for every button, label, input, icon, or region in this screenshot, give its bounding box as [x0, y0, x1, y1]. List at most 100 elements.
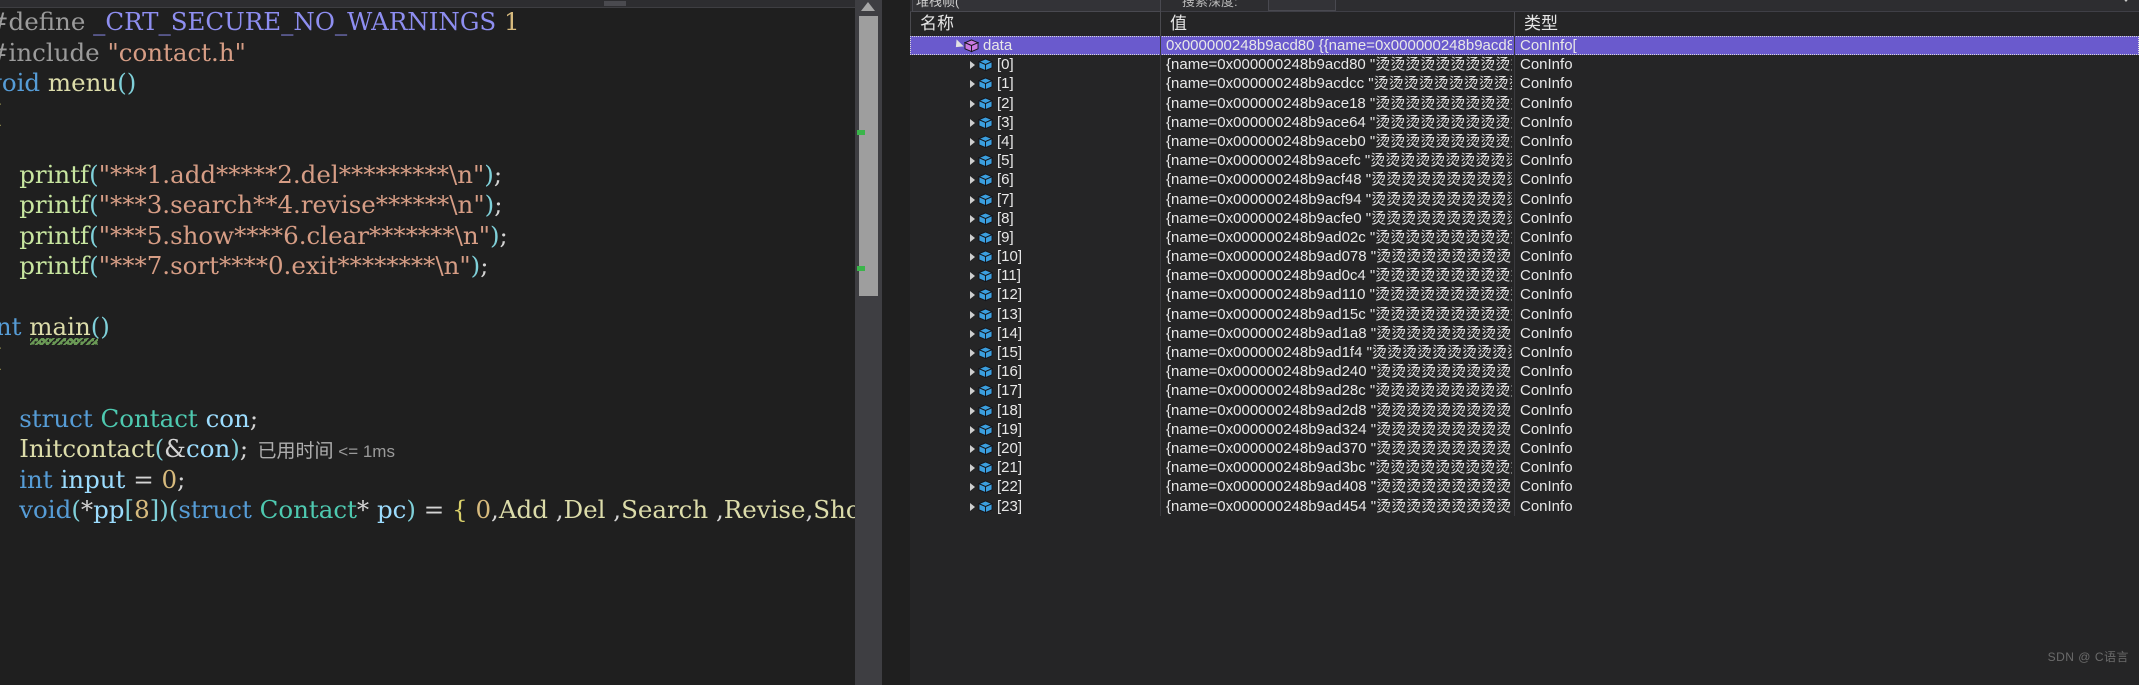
expand-toggle-icon[interactable]	[966, 151, 978, 170]
code-line[interactable]: printf("***3.search**4.revise******\n");	[0, 190, 882, 221]
watch-cell-name[interactable]: [4]	[910, 132, 1156, 151]
watch-cell-value[interactable]: {name=0x000000248b9ad370 "烫烫烫烫烫烫烫烫烫烫... …	[1160, 438, 1512, 459]
code-line[interactable]: printf("***7.sort****0.exit********\n");	[0, 251, 882, 282]
watch-cell-name[interactable]: [21]	[910, 458, 1156, 477]
watch-row[interactable]: [14] {name=0x000000248b9ad1a8 "烫烫烫烫烫烫烫烫烫烫…	[910, 323, 2139, 343]
watch-cell-value[interactable]: {name=0x000000248b9ad2d8 "烫烫烫烫烫烫烫烫烫烫... …	[1160, 400, 1512, 420]
expand-toggle-icon[interactable]	[966, 55, 978, 74]
watch-row[interactable]: [7] {name=0x000000248b9acf94 "烫烫烫烫烫烫烫烫烫烫.…	[910, 189, 2139, 209]
watch-cell-name[interactable]: [5]	[910, 151, 1156, 170]
expand-toggle-icon[interactable]	[952, 36, 964, 55]
watch-row[interactable]: [2] {name=0x000000248b9ace18 "烫烫烫烫烫烫烫烫烫烫.…	[910, 93, 2139, 113]
watch-cell-name[interactable]: [16]	[910, 362, 1156, 381]
watch-row[interactable]: [10] {name=0x000000248b9ad078 "烫烫烫烫烫烫烫烫烫烫…	[910, 247, 2139, 267]
expand-toggle-icon[interactable]	[966, 285, 978, 304]
watch-cell-name[interactable]: [22]	[910, 477, 1156, 496]
watch-cell-value[interactable]: {name=0x000000248b9ad408 "烫烫烫烫烫烫烫烫烫烫... …	[1160, 477, 1512, 497]
watch-cell-name[interactable]: [0]	[910, 55, 1156, 74]
watch-cell-name[interactable]: [2]	[910, 94, 1156, 113]
expand-toggle-icon[interactable]	[966, 113, 978, 132]
watch-row[interactable]: [15] {name=0x000000248b9ad1f4 "烫烫烫烫烫烫烫烫烫烫…	[910, 343, 2139, 363]
code-line[interactable]: struct Contact con;	[0, 404, 882, 435]
watch-row-list[interactable]: data 0x000000248b9acd80 {{name=0x00000024…	[910, 36, 2139, 685]
expand-toggle-icon[interactable]	[966, 247, 978, 266]
watch-row[interactable]: [18] {name=0x000000248b9ad2d8 "烫烫烫烫烫烫烫烫烫烫…	[910, 400, 2139, 420]
watch-row[interactable]: [8] {name=0x000000248b9acfe0 "烫烫烫烫烫烫烫烫烫烫.…	[910, 208, 2139, 228]
watch-row[interactable]: [23] {name=0x000000248b9ad454 "烫烫烫烫烫烫烫烫烫烫…	[910, 496, 2139, 516]
expand-toggle-icon[interactable]	[966, 266, 978, 285]
watch-cell-name[interactable]: [19]	[910, 420, 1156, 439]
watch-cell-value[interactable]: {name=0x000000248b9ad1a8 "烫烫烫烫烫烫烫烫烫烫... …	[1160, 323, 1512, 343]
expand-toggle-icon[interactable]	[966, 439, 978, 458]
column-header-name[interactable]: 名称	[910, 12, 1160, 36]
watch-cell-name[interactable]: [10]	[910, 247, 1156, 266]
watch-cell-value[interactable]: {name=0x000000248b9ad110 "烫烫烫烫烫烫烫烫烫烫... …	[1160, 285, 1512, 305]
code-line[interactable]: #include "contact.h"	[0, 38, 882, 69]
watch-row[interactable]: [9] {name=0x000000248b9ad02c "烫烫烫烫烫烫烫烫烫烫.…	[910, 227, 2139, 248]
watch-cell-name[interactable]: [1]	[910, 74, 1156, 93]
watch-cell-name[interactable]: [13]	[910, 305, 1156, 324]
watch-cell-value[interactable]: {name=0x000000248b9ad0c4 "烫烫烫烫烫烫烫烫烫烫... …	[1160, 266, 1512, 286]
expand-toggle-icon[interactable]	[966, 74, 978, 93]
watch-cell-value[interactable]: {name=0x000000248b9ad1f4 "烫烫烫烫烫烫烫烫烫烫... …	[1160, 343, 1512, 363]
watch-row[interactable]: [5] {name=0x000000248b9acefc "烫烫烫烫烫烫烫烫烫烫.…	[910, 151, 2139, 171]
watch-cell-value[interactable]: {name=0x000000248b9ad3bc "烫烫烫烫烫烫烫烫烫烫... …	[1160, 458, 1512, 478]
expand-toggle-icon[interactable]	[966, 190, 978, 209]
watch-cell-value[interactable]: {name=0x000000248b9ace18 "烫烫烫烫烫烫烫烫烫烫... …	[1160, 93, 1512, 113]
watch-cell-name[interactable]: [7]	[910, 190, 1156, 209]
watch-cell-name[interactable]: [8]	[910, 209, 1156, 228]
expand-toggle-icon[interactable]	[966, 132, 978, 151]
editor-vertical-scrollbar[interactable]	[855, 0, 882, 685]
expand-toggle-icon[interactable]	[966, 362, 978, 381]
code-line[interactable]	[0, 129, 882, 160]
watch-cell-name[interactable]: [15]	[910, 343, 1156, 362]
watch-cell-name[interactable]: [11]	[910, 266, 1156, 285]
watch-row[interactable]: [21] {name=0x000000248b9ad3bc "烫烫烫烫烫烫烫烫烫烫…	[910, 458, 2139, 478]
expand-toggle-icon[interactable]	[966, 381, 978, 400]
watch-row[interactable]: [22] {name=0x000000248b9ad408 "烫烫烫烫烫烫烫烫烫烫…	[910, 477, 2139, 497]
editor-scrollbar-thumb[interactable]	[859, 16, 878, 296]
expand-toggle-icon[interactable]	[966, 401, 978, 420]
watch-cell-value[interactable]: {name=0x000000248b9acfe0 "烫烫烫烫烫烫烫烫烫烫... …	[1160, 208, 1512, 228]
watch-cell-name[interactable]: [3]	[910, 113, 1156, 132]
expand-toggle-icon[interactable]	[966, 343, 978, 362]
code-line[interactable]: {	[0, 343, 882, 374]
code-line[interactable]: printf("***1.add*****2.del*********\n");	[0, 160, 882, 191]
watch-cell-value[interactable]: {name=0x000000248b9ace64 "烫烫烫烫烫烫烫烫烫烫... …	[1160, 112, 1512, 132]
watch-cell-name[interactable]: [6]	[910, 170, 1156, 189]
watch-cell-value[interactable]: {name=0x000000248b9acd80 "烫烫烫烫烫烫烫烫烫烫... …	[1160, 55, 1512, 75]
expand-toggle-icon[interactable]	[966, 170, 978, 189]
watch-cell-name[interactable]: [12]	[910, 285, 1156, 304]
watch-cell-name[interactable]: [17]	[910, 381, 1156, 400]
watch-cell-name[interactable]: data	[910, 36, 1156, 55]
watch-row[interactable]: [11] {name=0x000000248b9ad0c4 "烫烫烫烫烫烫烫烫烫烫…	[910, 266, 2139, 286]
watch-cell-value[interactable]: {name=0x000000248b9ad324 "烫烫烫烫烫烫烫烫烫烫... …	[1160, 419, 1512, 439]
watch-cell-value[interactable]: {name=0x000000248b9ad078 "烫烫烫烫烫烫烫烫烫烫... …	[1160, 247, 1512, 267]
column-header-type[interactable]: 类型	[1514, 12, 2139, 36]
watch-cell-name[interactable]: [20]	[910, 439, 1156, 458]
scroll-up-arrow-icon[interactable]	[861, 2, 875, 11]
watch-cell-value[interactable]: {name=0x000000248b9ad454 "烫烫烫烫烫烫烫烫烫烫... …	[1160, 496, 1512, 516]
code-line[interactable]: Initcontact(&con); 已用时间 <= 1ms	[0, 433, 882, 465]
expand-toggle-icon[interactable]	[966, 228, 978, 247]
search-depth-input[interactable]	[1268, 0, 1336, 11]
code-line[interactable]: void(*pp[8])(struct Contact* pc) = { 0,A…	[0, 495, 882, 526]
watch-row[interactable]: [1] {name=0x000000248b9acdcc "烫烫烫烫烫烫烫烫烫烫.…	[910, 74, 2139, 94]
watch-cell-value[interactable]: {name=0x000000248b9ad240 "烫烫烫烫烫烫烫烫烫烫... …	[1160, 362, 1512, 382]
watch-row[interactable]: [16] {name=0x000000248b9ad240 "烫烫烫烫烫烫烫烫烫烫…	[910, 362, 2139, 382]
code-line[interactable]: void menu()	[0, 68, 882, 99]
code-line[interactable]	[0, 282, 882, 313]
code-line[interactable]: {	[0, 99, 882, 130]
watch-row[interactable]: [6] {name=0x000000248b9acf48 "烫烫烫烫烫烫烫烫烫烫.…	[910, 170, 2139, 190]
expand-toggle-icon[interactable]	[966, 458, 978, 477]
column-header-value[interactable]: 值	[1160, 12, 1514, 36]
watch-row[interactable]: [17] {name=0x000000248b9ad28c "烫烫烫烫烫烫烫烫烫烫…	[910, 381, 2139, 401]
watch-cell-name[interactable]: [18]	[910, 401, 1156, 420]
watch-cell-name[interactable]: [14]	[910, 324, 1156, 343]
expand-toggle-icon[interactable]	[966, 324, 978, 343]
expand-toggle-icon[interactable]	[966, 420, 978, 439]
watch-row[interactable]: [3] {name=0x000000248b9ace64 "烫烫烫烫烫烫烫烫烫烫.…	[910, 112, 2139, 132]
code-line[interactable]: #define _CRT_SECURE_NO_WARNINGS 1	[0, 7, 882, 38]
watch-cell-value[interactable]: {name=0x000000248b9aceb0 "烫烫烫烫烫烫烫烫烫烫... …	[1160, 131, 1512, 152]
watch-cell-value[interactable]: {name=0x000000248b9acf48 "烫烫烫烫烫烫烫烫烫烫... …	[1160, 170, 1512, 190]
